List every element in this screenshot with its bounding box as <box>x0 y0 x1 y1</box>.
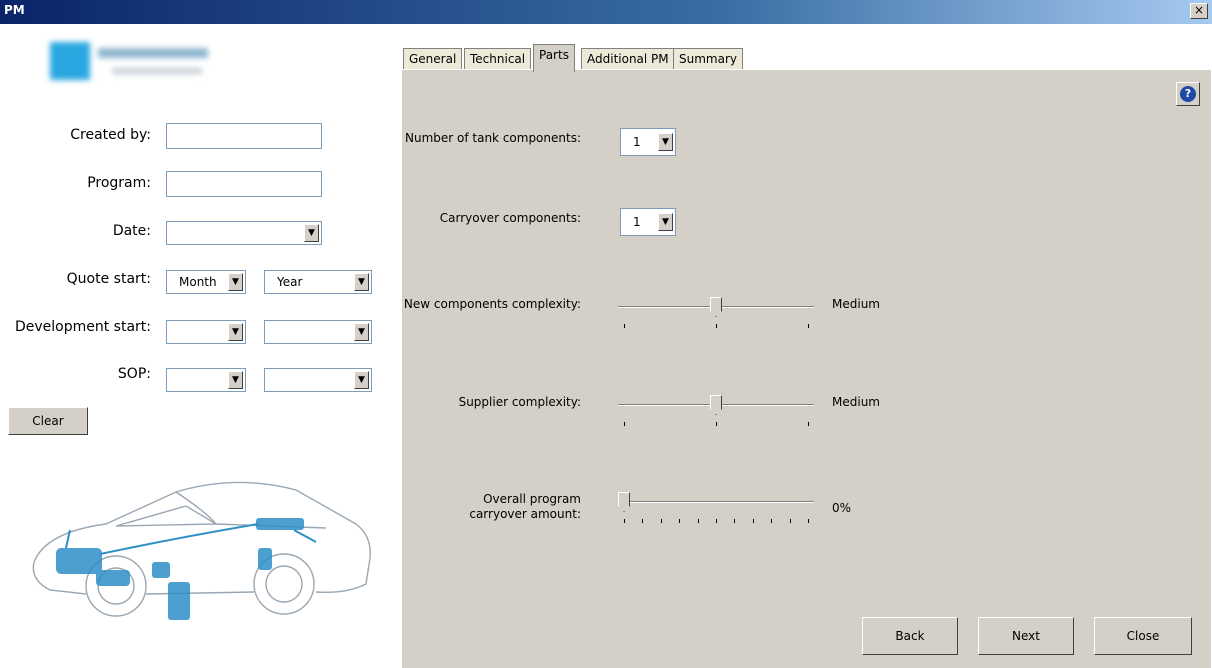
car-illustration <box>32 481 371 620</box>
program-input[interactable] <box>166 171 322 197</box>
chevron-down-icon[interactable]: ▼ <box>228 323 243 341</box>
slider-tick <box>660 519 662 523</box>
slider-thumb[interactable] <box>710 297 722 317</box>
quote-start-year-select[interactable]: Year ▼ <box>264 270 372 294</box>
supplier-complexity-value: Medium <box>832 395 880 409</box>
slider-thumb[interactable] <box>618 492 630 512</box>
program-label: Program: <box>87 175 151 191</box>
new-components-complexity-slider[interactable] <box>618 296 814 336</box>
back-button[interactable]: Back <box>862 617 958 655</box>
tab-parts[interactable]: Parts <box>533 44 575 72</box>
slider-tick <box>624 324 625 328</box>
slider-tick <box>716 519 717 523</box>
quote-start-month-select[interactable]: Month ▼ <box>166 270 246 294</box>
date-label: Date: <box>112 223 151 239</box>
slider-tick <box>808 422 809 426</box>
chevron-down-icon[interactable]: ▼ <box>228 371 243 389</box>
overall-carryover-value: 0% <box>832 501 852 515</box>
created-by-input[interactable] <box>166 123 322 149</box>
slider-tick <box>697 519 699 523</box>
development-start-label: Development start: <box>14 319 151 335</box>
next-button[interactable]: Next <box>978 617 1074 655</box>
slider-tick <box>642 519 644 523</box>
date-picker[interactable]: ▼ <box>166 221 322 245</box>
parts-panel <box>401 69 1211 668</box>
slider-tick <box>752 519 754 523</box>
slider-tick <box>624 422 625 426</box>
supplier-complexity-slider[interactable] <box>618 394 814 434</box>
slider-tick <box>808 324 809 328</box>
tank-components-label: Number of tank components: <box>404 131 581 145</box>
slider-tick <box>716 422 717 426</box>
quote-start-label: Quote start: <box>66 271 151 287</box>
slider-tick <box>624 519 625 523</box>
chevron-down-icon[interactable]: ▼ <box>354 273 369 291</box>
chevron-down-icon[interactable]: ▼ <box>304 224 319 242</box>
slider-tick <box>771 519 773 523</box>
company-logo <box>46 38 232 94</box>
help-icon: ? <box>1180 86 1196 102</box>
created-by-label: Created by: <box>70 127 151 143</box>
close-button[interactable]: Close <box>1094 617 1192 655</box>
overall-carryover-slider[interactable] <box>618 491 814 531</box>
slider-thumb[interactable] <box>710 395 722 415</box>
help-button[interactable]: ? <box>1176 82 1200 106</box>
tab-general[interactable]: General <box>403 48 463 70</box>
tab-technical[interactable]: Technical <box>464 48 532 70</box>
chevron-down-icon[interactable]: ▼ <box>354 371 369 389</box>
development-start-month-select[interactable]: ▼ <box>166 320 246 344</box>
slider-tick <box>734 519 736 523</box>
slider-tick <box>679 519 681 523</box>
slider-tick <box>716 324 717 328</box>
title-bar: PM × <box>0 0 1212 24</box>
quote-start-year-value: Year <box>277 275 303 289</box>
tab-summary[interactable]: Summary <box>673 48 743 70</box>
chevron-down-icon[interactable]: ▼ <box>658 133 673 151</box>
chevron-down-icon[interactable]: ▼ <box>354 323 369 341</box>
slider-tick <box>808 519 809 523</box>
chevron-down-icon[interactable]: ▼ <box>228 273 243 291</box>
overall-carryover-label-line1: Overall program <box>483 492 581 506</box>
sop-label: SOP: <box>117 366 151 382</box>
carryover-components-select[interactable]: 1 ▼ <box>620 208 676 236</box>
tank-components-select[interactable]: 1 ▼ <box>620 128 676 156</box>
tank-components-value: 1 <box>633 135 641 149</box>
slider-tick <box>789 519 791 523</box>
sop-month-select[interactable]: ▼ <box>166 368 246 392</box>
window-title: PM <box>4 3 25 17</box>
carryover-components-value: 1 <box>633 215 641 229</box>
close-window-button[interactable]: × <box>1190 3 1208 19</box>
chevron-down-icon[interactable]: ▼ <box>658 213 673 231</box>
new-components-complexity-value: Medium <box>832 297 880 311</box>
carryover-components-label: Carryover components: <box>439 211 581 225</box>
quote-start-month-value: Month <box>179 275 217 289</box>
sop-year-select[interactable]: ▼ <box>264 368 372 392</box>
development-start-year-select[interactable]: ▼ <box>264 320 372 344</box>
supplier-complexity-label: Supplier complexity: <box>458 395 581 409</box>
tab-additional-pm[interactable]: Additional PM <box>581 48 675 70</box>
clear-button[interactable]: Clear <box>8 407 88 435</box>
overall-carryover-label-line2: carryover amount: <box>469 507 581 521</box>
new-components-complexity-label: New components complexity: <box>403 297 581 311</box>
